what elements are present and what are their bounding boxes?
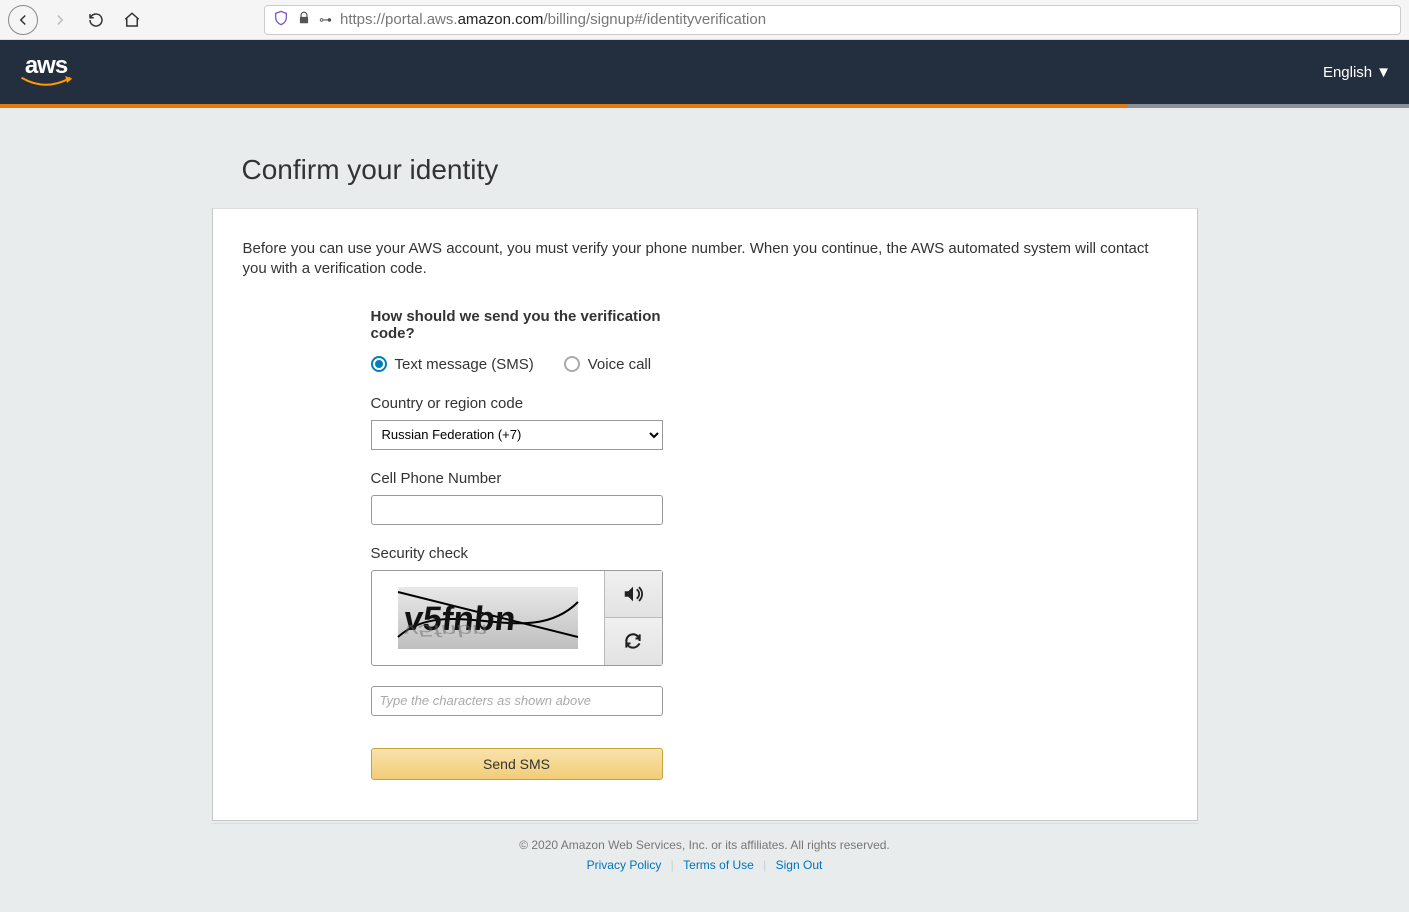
intro-text: Before you can use your AWS account, you… xyxy=(243,239,1167,280)
signup-progress-bar xyxy=(0,104,1409,108)
country-select[interactable]: Russian Federation (+7) xyxy=(371,420,663,450)
phone-input[interactable] xyxy=(371,495,663,525)
browser-toolbar: ⊶ https://portal.aws.amazon.com/billing/… xyxy=(0,0,1409,40)
verification-method-question: How should we send you the verification … xyxy=(371,308,663,342)
signout-link[interactable]: Sign Out xyxy=(776,858,823,872)
reload-button[interactable] xyxy=(82,6,110,34)
security-check-label: Security check xyxy=(371,545,663,562)
copyright-text: © 2020 Amazon Web Services, Inc. or its … xyxy=(212,838,1198,852)
permission-icon: ⊶ xyxy=(319,12,332,28)
language-label: English xyxy=(1323,64,1372,81)
privacy-link[interactable]: Privacy Policy xyxy=(587,858,662,872)
aws-logo[interactable]: aws xyxy=(18,54,74,90)
captcha-input[interactable] xyxy=(371,686,663,716)
option-voice[interactable]: Voice call xyxy=(564,356,651,373)
page-title: Confirm your identity xyxy=(242,154,1198,186)
home-button[interactable] xyxy=(118,6,146,34)
aws-header: aws English ▼ xyxy=(0,40,1409,104)
captcha-refresh-button[interactable] xyxy=(604,618,662,665)
language-selector[interactable]: English ▼ xyxy=(1323,64,1391,81)
back-button[interactable] xyxy=(8,5,38,35)
lock-icon xyxy=(297,11,311,29)
verification-form: How should we send you the verification … xyxy=(371,308,663,780)
country-label: Country or region code xyxy=(371,395,663,412)
page-footer: © 2020 Amazon Web Services, Inc. or its … xyxy=(212,823,1198,912)
caret-down-icon: ▼ xyxy=(1376,64,1391,81)
captcha-image: v5fnbn v5fnbn xyxy=(372,571,604,665)
option-voice-label: Voice call xyxy=(588,356,651,373)
radio-unselected-icon xyxy=(564,356,580,372)
captcha-audio-button[interactable] xyxy=(604,571,662,619)
svg-text:v5fnbn: v5fnbn xyxy=(402,621,489,640)
url-bar[interactable]: ⊶ https://portal.aws.amazon.com/billing/… xyxy=(264,5,1401,35)
identity-panel: Before you can use your AWS account, you… xyxy=(212,208,1198,821)
option-sms-label: Text message (SMS) xyxy=(395,356,534,373)
tracking-shield-icon xyxy=(273,10,289,30)
radio-selected-icon xyxy=(371,356,387,372)
terms-link[interactable]: Terms of Use xyxy=(683,858,754,872)
captcha-box: v5fnbn v5fnbn xyxy=(371,570,663,666)
option-sms[interactable]: Text message (SMS) xyxy=(371,356,534,373)
phone-label: Cell Phone Number xyxy=(371,470,663,487)
forward-button[interactable] xyxy=(46,6,74,34)
send-sms-button[interactable]: Send SMS xyxy=(371,748,663,780)
url-text: https://portal.aws.amazon.com/billing/si… xyxy=(340,11,766,28)
